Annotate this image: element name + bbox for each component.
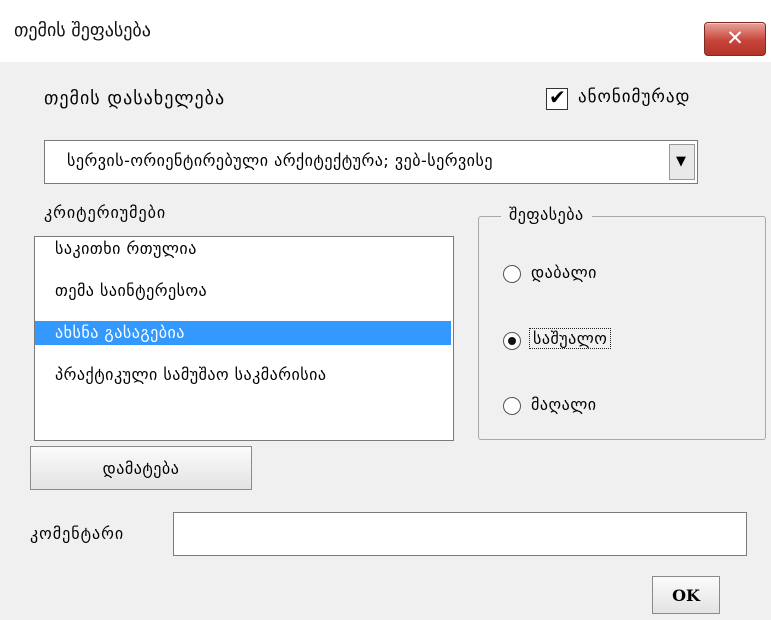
list-item[interactable]: თემა საინტერესოა [35,279,451,303]
criteria-label: კრიტერიუმები [44,203,167,222]
list-item[interactable]: პრაქტიკული სამუშაო საკმარისია [35,363,451,387]
window-title: თემის შეფასება [14,20,151,41]
rating-label-low[interactable]: დაბალი [531,263,597,282]
comment-input[interactable] [173,512,747,556]
topic-combobox-value: სერვის-ორიენტირებული არქიტექტურა; ვებ-სე… [67,151,493,170]
add-button-label: დამატება [102,459,180,478]
rating-radio-medium[interactable] [503,332,521,350]
ok-button-label: OK [672,586,700,605]
close-button[interactable]: ✕ [704,22,766,56]
ok-button[interactable]: OK [652,576,720,614]
rating-radio-low[interactable] [503,265,521,283]
add-button[interactable]: დამატება [30,446,252,490]
chevron-down-icon: ▼ [676,154,686,169]
rating-radio-high[interactable] [503,397,521,415]
rating-label-medium[interactable]: საშუალო [529,328,612,349]
anonymous-checkbox[interactable]: ✔ [546,85,568,110]
combobox-dropdown-button[interactable]: ▼ [669,144,695,180]
rating-legend: შეფასება [501,205,592,224]
rating-label-high[interactable]: მაღალი [531,395,597,414]
topic-name-label: თემის დასახელება [44,88,226,109]
title-bar: თემის შეფასება ✕ [0,0,771,62]
list-item[interactable]: საკითხი რთულია [35,237,451,261]
comment-label: კომენტარი [30,524,125,543]
dialog-window: თემის შეფასება ✕ თემის დასახელება ✔ ანონ… [0,0,771,620]
criteria-listbox[interactable]: საკითხი რთულია თემა საინტერესოა ახსნა გა… [34,236,454,441]
close-x-icon: ✕ [726,26,744,50]
topic-combobox[interactable]: სერვის-ორიენტირებული არქიტექტურა; ვებ-სე… [44,140,698,184]
rating-groupbox: შეფასება დაბალი საშუალო მაღალი [478,205,766,440]
list-item-selected[interactable]: ახსნა გასაგებია [35,321,451,345]
radio-selected-dot [508,337,516,345]
checkmark-icon: ✔ [549,85,566,109]
anonymous-label[interactable]: ანონიმურად [578,87,690,107]
